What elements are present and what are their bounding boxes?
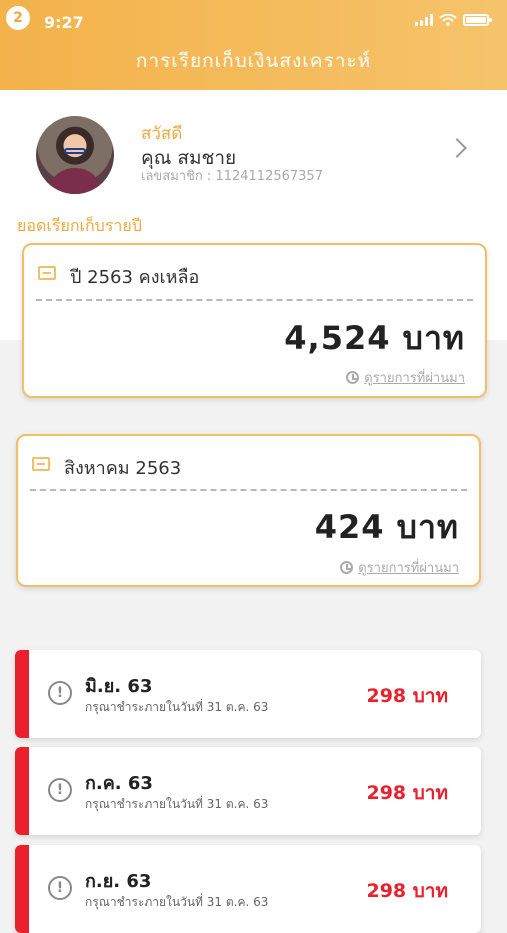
bill-amount: 298 บาท [366,880,448,902]
bill-due-date: กรุณาชำระภายในวันที่ 31 ต.ค. 63 [85,700,269,714]
section-title: ยอดเรียกเก็บรายปี [17,216,142,235]
history-link[interactable]: ดูรายการที่ผ่านมา [346,367,465,388]
card-amount: 4,524 บาท [284,319,465,357]
annual-balance-card[interactable]: ปี 2563 คงเหลือ 4,524 บาท ดูรายการที่ผ่า… [22,243,487,398]
divider [36,299,473,301]
card-label: สิงหาคม 2563 [64,458,182,479]
card-amount: 424 บาท [314,508,459,546]
monthly-card[interactable]: สิงหาคม 2563 424 บาท ดูรายการที่ผ่านมา [16,434,481,587]
status-bar: 2 9:27 [0,0,507,40]
bill-month: มิ.ย. 63 [85,676,153,697]
bill-icon [38,266,56,280]
clock-icon [346,371,360,384]
battery-icon [463,14,492,26]
card-label: ปี 2563 คงเหลือ [70,267,200,288]
bill-month: ก.ย. 63 [85,871,152,892]
status-icons [415,14,492,26]
warning-icon: ! [48,681,72,705]
bill-item[interactable]: ! มิ.ย. 63 กรุณาชำระภายในวันที่ 31 ต.ค. … [15,650,481,738]
bill-due-date: กรุณาชำระภายในวันที่ 31 ต.ค. 63 [85,797,269,811]
page-title: การเรียกเก็บเงินสงเคราะห์ [135,50,372,72]
avatar[interactable] [36,116,114,194]
warning-icon: ! [48,876,72,900]
bill-item[interactable]: ! ก.ย. 63 กรุณาชำระภายในวันที่ 31 ต.ค. 6… [15,845,481,933]
bill-item[interactable]: ! ก.ค. 63 กรุณาชำระภายในวันที่ 31 ต.ค. 6… [15,747,481,835]
alert-bar [15,845,29,933]
status-time: 9:27 [44,13,84,32]
notification-badge: 2 [6,6,30,30]
signal-icon [415,14,433,26]
warning-icon: ! [48,778,72,802]
bill-amount: 298 บาท [366,782,448,804]
alert-bar [15,747,29,835]
bill-due-date: กรุณาชำระภายในวันที่ 31 ต.ค. 63 [85,895,269,909]
history-link-label: ดูรายการที่ผ่านมา [358,561,459,576]
history-link[interactable]: ดูรายการที่ผ่านมา [340,557,459,578]
clock-icon [340,561,354,574]
divider [30,489,467,491]
bill-month: ก.ค. 63 [85,773,153,794]
member-id: เลขสมาชิก : 1124112567357 [141,169,323,184]
alert-bar [15,650,29,738]
history-link-label: ดูรายการที่ผ่านมา [364,371,465,386]
wifi-icon [439,14,457,26]
bill-amount: 298 บาท [366,685,448,707]
bill-icon [32,457,50,471]
